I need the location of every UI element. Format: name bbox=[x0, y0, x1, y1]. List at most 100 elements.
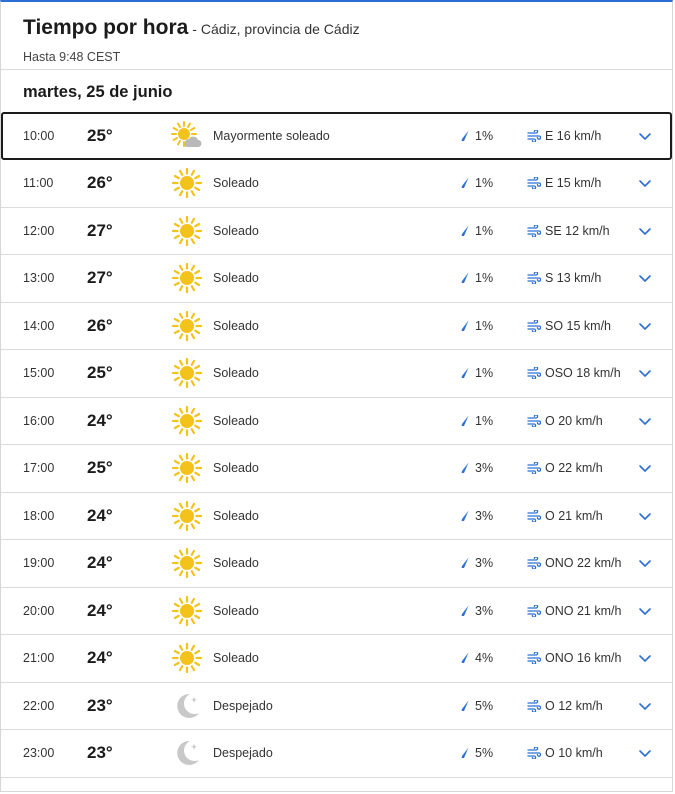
sun-icon bbox=[171, 262, 203, 294]
precipitation-value: 3% bbox=[475, 603, 494, 618]
chevron-down-icon[interactable] bbox=[637, 650, 653, 666]
hour-row[interactable]: 12:00 27° Soleado 1% SE 12 km/h bbox=[1, 208, 672, 255]
hour-row[interactable]: 11:00 26° Soleado 1% E 15 km/h bbox=[1, 160, 672, 208]
wind: S 13 km/h bbox=[527, 271, 601, 285]
precipitation: 3% bbox=[461, 556, 493, 570]
wind-icon bbox=[527, 698, 542, 713]
wind-value: ONO 16 km/h bbox=[545, 651, 622, 666]
hour-row[interactable]: 20:00 24° Soleado 3% ONO 21 km/h bbox=[1, 588, 672, 635]
wind: SE 12 km/h bbox=[527, 224, 610, 238]
chevron-down-icon[interactable] bbox=[637, 365, 653, 381]
wind-icon bbox=[527, 461, 542, 476]
chevron-down-icon[interactable] bbox=[637, 698, 653, 714]
wind-icon bbox=[527, 508, 542, 523]
hour-time: 16:00 bbox=[23, 413, 55, 428]
precipitation: 1% bbox=[461, 366, 493, 380]
hour-condition: Soleado bbox=[213, 413, 259, 428]
wind-value: OSO 18 km/h bbox=[545, 366, 621, 381]
raindrop-icon bbox=[461, 557, 470, 569]
chevron-down-icon[interactable] bbox=[637, 413, 653, 429]
hour-row[interactable]: 13:00 27° Soleado 1% S 13 km/h bbox=[1, 255, 672, 303]
sun-icon bbox=[171, 595, 203, 627]
raindrop-icon bbox=[461, 320, 470, 332]
raindrop-icon bbox=[461, 652, 470, 664]
chevron-down-icon[interactable] bbox=[637, 318, 653, 334]
wind: OSO 18 km/h bbox=[527, 366, 621, 380]
precipitation: 5% bbox=[461, 699, 493, 713]
chevron-down-icon[interactable] bbox=[637, 603, 653, 619]
hour-temperature: 27° bbox=[87, 220, 113, 240]
wind: ONO 16 km/h bbox=[527, 651, 621, 665]
chevron-down-icon[interactable] bbox=[637, 175, 653, 191]
sun-icon bbox=[171, 167, 203, 199]
hour-temperature: 25° bbox=[87, 126, 113, 145]
wind: O 20 km/h bbox=[527, 414, 603, 428]
sun-icon bbox=[171, 642, 203, 674]
hour-time: 14:00 bbox=[23, 318, 55, 333]
hour-temperature: 26° bbox=[87, 315, 113, 335]
hour-row[interactable]: 21:00 24° Soleado 4% ONO 16 km/h bbox=[1, 635, 672, 683]
precipitation-value: 1% bbox=[475, 271, 494, 286]
hour-temperature: 24° bbox=[87, 648, 113, 668]
wind-icon bbox=[527, 413, 542, 428]
wind: E 15 km/h bbox=[527, 176, 601, 190]
chevron-down-icon[interactable] bbox=[637, 745, 653, 761]
chevron-down-icon[interactable] bbox=[637, 508, 653, 524]
wind-value: O 10 km/h bbox=[545, 746, 603, 761]
wind-icon bbox=[527, 176, 542, 191]
hour-time: 22:00 bbox=[23, 698, 55, 713]
hour-row[interactable]: 18:00 24° Soleado 3% O 21 km/h bbox=[1, 493, 672, 540]
hour-row[interactable]: 14:00 26° Soleado 1% SO 15 km/h bbox=[1, 303, 672, 350]
wind: O 22 km/h bbox=[527, 461, 603, 475]
hourly-list: 10:00 25° Mayormente soleado 1% E 16 km/… bbox=[1, 112, 672, 778]
precipitation: 1% bbox=[461, 271, 493, 285]
sun-icon bbox=[171, 405, 203, 437]
precipitation: 1% bbox=[461, 414, 493, 428]
chevron-down-icon[interactable] bbox=[637, 128, 653, 144]
hour-condition: Despejado bbox=[213, 746, 273, 761]
hour-condition: Despejado bbox=[213, 698, 273, 713]
raindrop-icon bbox=[461, 177, 470, 189]
hour-time: 15:00 bbox=[23, 366, 55, 381]
precipitation-value: 1% bbox=[475, 176, 494, 191]
clear-night-icon bbox=[171, 737, 203, 769]
precipitation: 1% bbox=[461, 319, 493, 333]
hourly-forecast-card: Tiempo por hora - Cádiz, provincia de Cá… bbox=[0, 0, 673, 792]
wind-icon bbox=[527, 129, 542, 143]
precipitation-value: 5% bbox=[475, 746, 494, 761]
hour-row[interactable]: 23:00 23° Despejado 5% O 10 km/h bbox=[1, 730, 672, 778]
hour-condition: Soleado bbox=[213, 223, 259, 238]
precipitation-value: 5% bbox=[475, 698, 494, 713]
wind: O 10 km/h bbox=[527, 746, 603, 760]
hour-time: 11:00 bbox=[23, 176, 54, 191]
sun-icon bbox=[171, 452, 203, 484]
hour-row[interactable]: 19:00 24° Soleado 3% ONO 22 km/h bbox=[1, 540, 672, 588]
hour-row[interactable]: 16:00 24° Soleado 1% O 20 km/h bbox=[1, 398, 672, 445]
sun-icon bbox=[171, 500, 203, 532]
hour-row[interactable]: 22:00 23° Despejado 5% O 12 km/h bbox=[1, 683, 672, 730]
chevron-down-icon[interactable] bbox=[637, 270, 653, 286]
wind-icon bbox=[527, 366, 542, 381]
wind-value: E 16 km/h bbox=[545, 129, 602, 143]
wind: SO 15 km/h bbox=[527, 319, 611, 333]
chevron-down-icon[interactable] bbox=[637, 460, 653, 476]
raindrop-icon bbox=[461, 225, 470, 237]
hour-temperature: 24° bbox=[87, 410, 113, 430]
precipitation: 5% bbox=[461, 746, 493, 760]
wind-icon bbox=[527, 556, 542, 571]
hour-condition: Mayormente soleado bbox=[213, 129, 330, 143]
chevron-down-icon[interactable] bbox=[637, 223, 653, 239]
wind: ONO 22 km/h bbox=[527, 556, 621, 570]
raindrop-icon bbox=[461, 415, 470, 427]
chevron-down-icon[interactable] bbox=[637, 555, 653, 571]
date-heading: martes, 25 de junio bbox=[23, 83, 173, 101]
raindrop-icon bbox=[461, 272, 470, 284]
wind: O 12 km/h bbox=[527, 699, 603, 713]
hour-row[interactable]: 15:00 25° Soleado 1% OSO 18 km/h bbox=[1, 350, 672, 398]
clear-night-icon bbox=[171, 690, 203, 722]
hour-row[interactable]: 10:00 25° Mayormente soleado 1% E 16 km/… bbox=[1, 112, 672, 160]
hour-temperature: 25° bbox=[87, 458, 113, 478]
forecast-header: Tiempo por hora - Cádiz, provincia de Cá… bbox=[1, 2, 672, 70]
hour-row[interactable]: 17:00 25° Soleado 3% O 22 km/h bbox=[1, 445, 672, 493]
wind-icon bbox=[527, 603, 542, 618]
